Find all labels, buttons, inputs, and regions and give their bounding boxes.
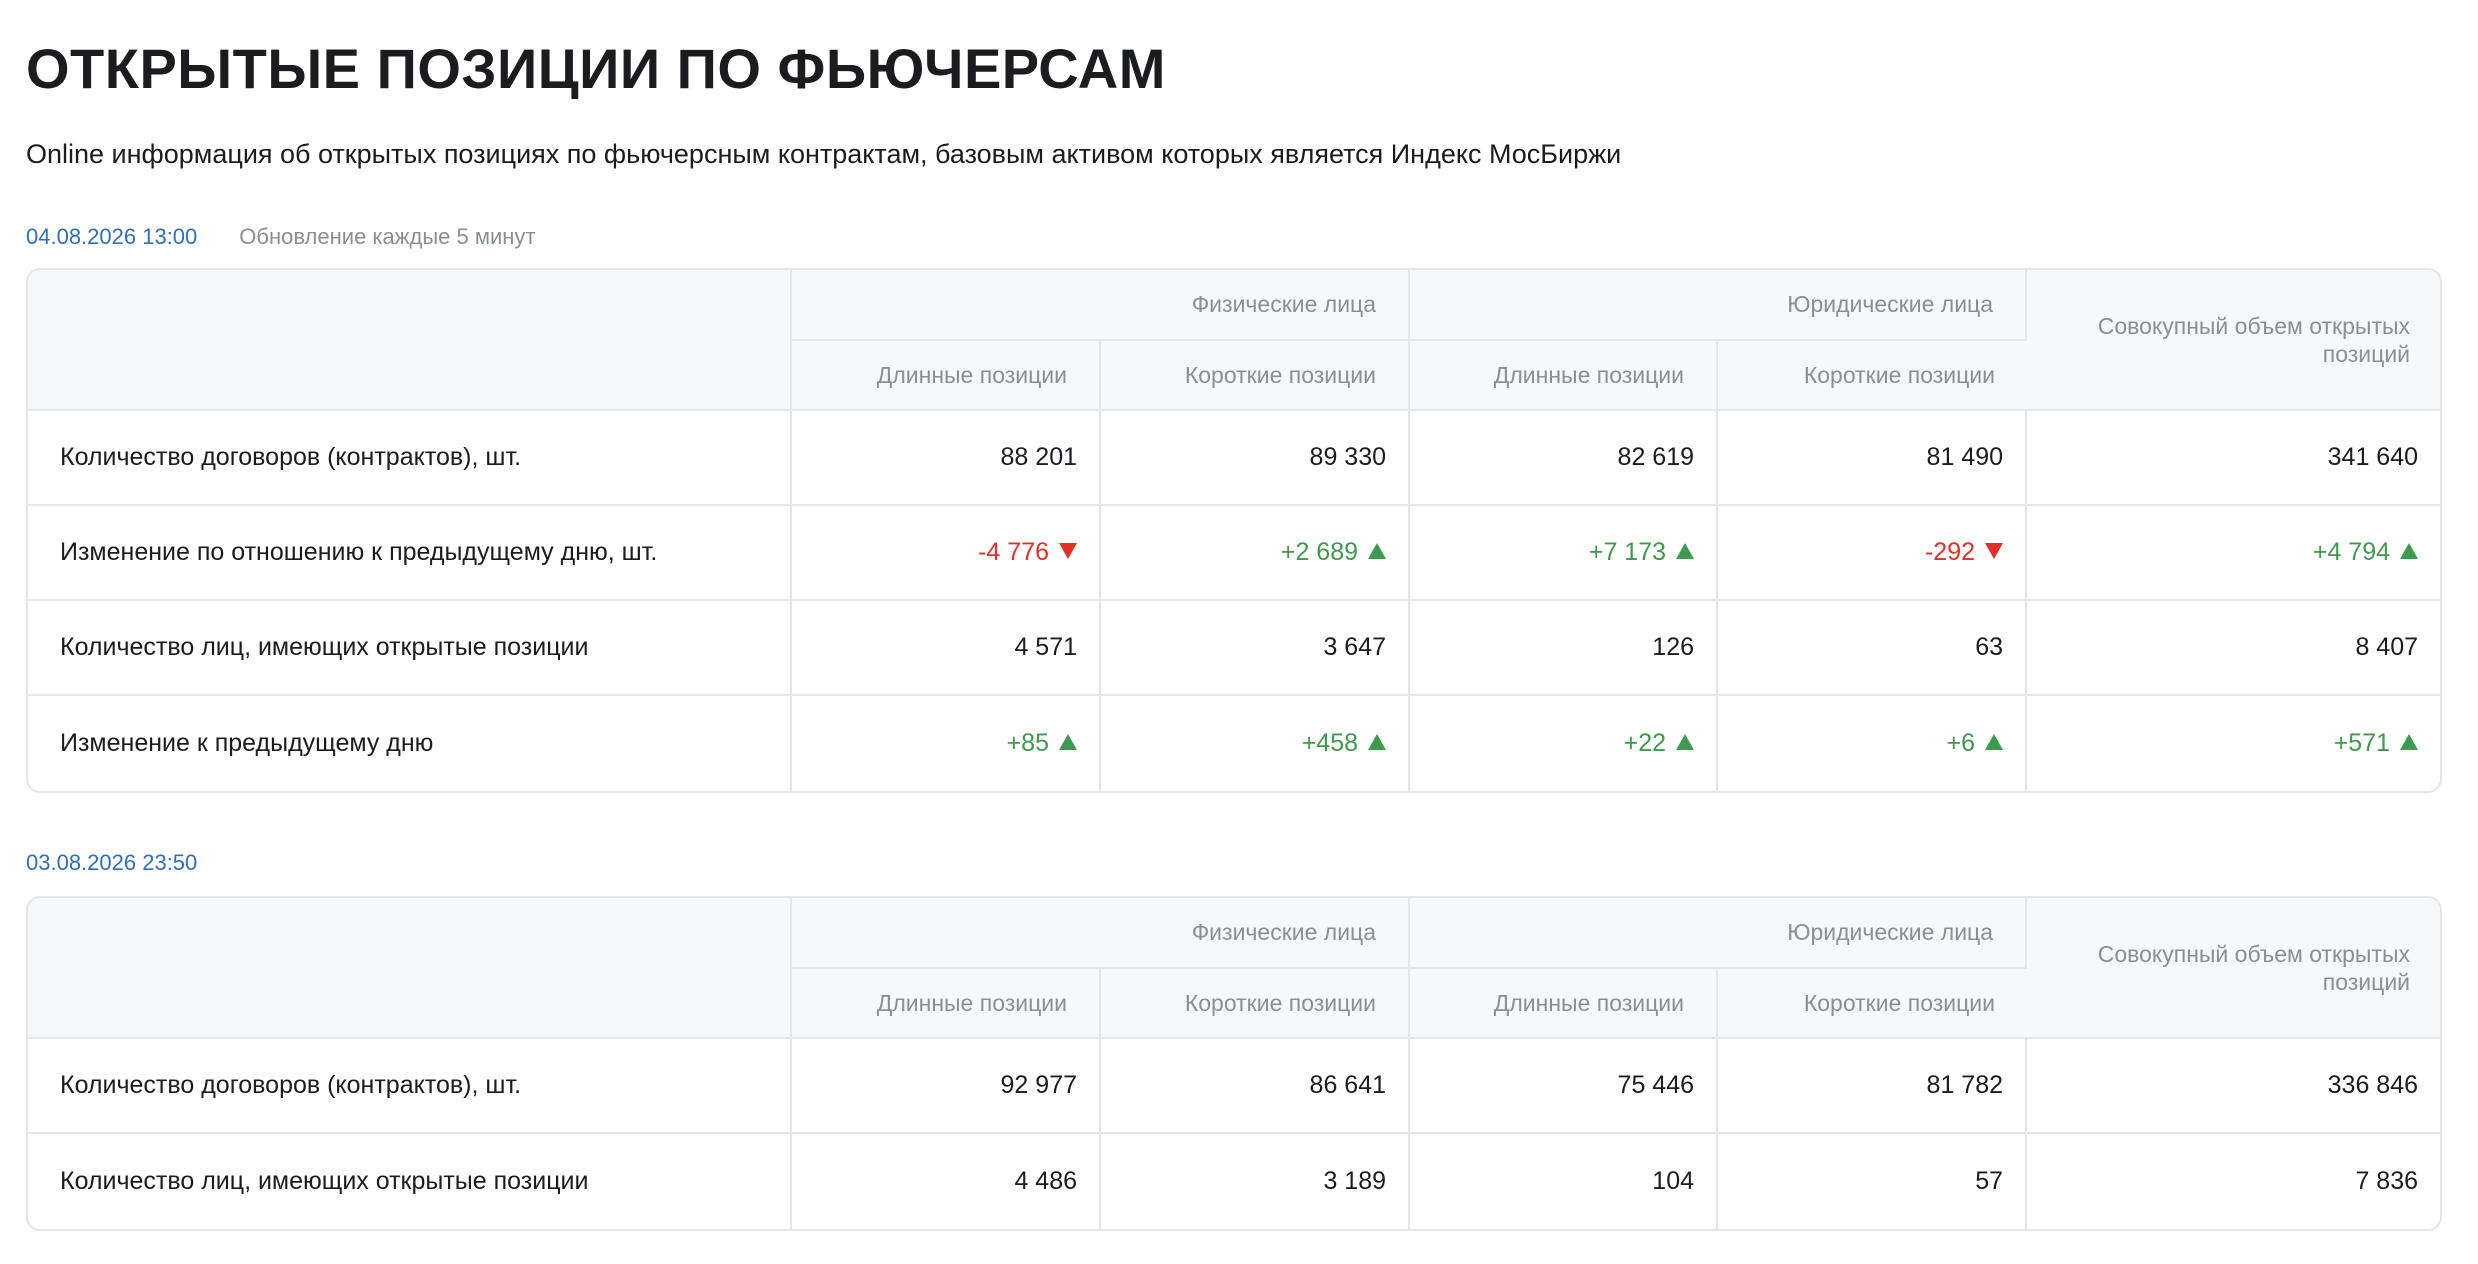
header-legal-long: Длинные позиции xyxy=(1410,969,1719,1039)
cell-value: 3 189 xyxy=(1101,1134,1411,1229)
change-cell: +458 xyxy=(1101,696,1411,791)
triangle-up-icon xyxy=(1368,543,1387,560)
block1-meta: 04.08.2026 13:00 Обновление каждые 5 мин… xyxy=(26,224,535,250)
change-cell: +6 xyxy=(1718,696,2028,791)
table-row: Изменение к предыдущему дню +85 +458 +22… xyxy=(28,696,2440,791)
triangle-up-icon xyxy=(1985,734,2004,751)
cell-value: 63 xyxy=(1718,601,2028,696)
header-legal-short: Короткие позиции xyxy=(1718,341,2028,411)
cell-value: 4 486 xyxy=(792,1134,1101,1229)
triangle-up-icon xyxy=(1676,734,1695,751)
table-row: Количество лиц, имеющих открытые позиции… xyxy=(28,601,2441,696)
table-row: Количество договоров (контрактов), шт. 8… xyxy=(28,411,2441,506)
header-legal-short: Короткие позиции xyxy=(1718,969,2028,1039)
header-empty-cell xyxy=(28,270,792,411)
cell-value: 81 782 xyxy=(1718,1039,2028,1134)
header-legal-long: Длинные позиции xyxy=(1410,341,1719,411)
change-cell: -292 xyxy=(1718,506,2028,601)
change-value: +6 xyxy=(1946,729,1976,757)
triangle-up-icon xyxy=(1059,734,1077,751)
row-label: Изменение по отношению к предыдущему дню… xyxy=(28,506,792,601)
header-group-physical: Физические лица xyxy=(792,898,1411,969)
change-value: +4 794 xyxy=(2312,538,2391,566)
triangle-down-icon xyxy=(1059,543,1077,560)
header-physical-long: Длинные позиции xyxy=(792,341,1101,411)
change-cell: +571 xyxy=(2027,696,2440,791)
header-total: Совокупный объем открытых позиций xyxy=(2027,270,2441,411)
cell-value: 126 xyxy=(1410,601,1719,696)
cell-value: 341 640 xyxy=(2027,411,2441,506)
cell-value: 104 xyxy=(1410,1134,1719,1229)
change-value: +22 xyxy=(1623,729,1667,757)
header-physical-short: Короткие позиции xyxy=(1101,969,1411,1039)
open-interest-table-current: Физические лица Юридические лица Совокуп… xyxy=(26,268,2443,793)
change-value: +7 173 xyxy=(1588,538,1667,566)
change-cell: +4 794 xyxy=(2027,506,2441,601)
change-value: -292 xyxy=(1924,538,1976,566)
cell-value: 4 571 xyxy=(792,601,1101,696)
change-cell: +22 xyxy=(1410,696,1719,791)
triangle-up-icon xyxy=(2400,543,2419,560)
cell-value: 75 446 xyxy=(1410,1039,1719,1134)
header-physical-short: Короткие позиции xyxy=(1101,341,1411,411)
page-subtitle: Online информация об открытых позициях п… xyxy=(26,139,1622,169)
row-label: Количество договоров (контрактов), шт. xyxy=(28,411,792,506)
cell-value: 336 846 xyxy=(2027,1039,2441,1134)
change-value: +85 xyxy=(1006,729,1049,757)
header-total: Совокупный объем открытых позиций xyxy=(2027,898,2441,1039)
cell-value: 89 330 xyxy=(1101,411,1411,506)
cell-value: 57 xyxy=(1718,1134,2028,1229)
row-label: Количество лиц, имеющих открытые позиции xyxy=(28,601,792,696)
page-title: ОТКРЫТЫЕ ПОЗИЦИИ ПО ФЬЮЧЕРСАМ xyxy=(26,37,1166,100)
update-note: Обновление каждые 5 минут xyxy=(239,224,536,249)
change-cell: +2 689 xyxy=(1101,506,1411,601)
table-row: Количество договоров (контрактов), шт. 9… xyxy=(28,1039,2441,1134)
header-group-legal: Юридические лица xyxy=(1410,898,2028,969)
cell-value: 8 407 xyxy=(2027,601,2441,696)
block1-timestamp: 04.08.2026 13:00 xyxy=(26,224,198,249)
triangle-down-icon xyxy=(1985,543,2004,560)
triangle-up-icon xyxy=(1368,734,1387,751)
block2-timestamp: 03.08.2026 23:50 xyxy=(26,850,198,875)
table-row: Изменение по отношению к предыдущему дню… xyxy=(28,506,2441,601)
cell-value: 92 977 xyxy=(792,1039,1101,1134)
header-physical-long: Длинные позиции xyxy=(792,969,1101,1039)
row-label: Количество договоров (контрактов), шт. xyxy=(28,1039,792,1134)
cell-value: 82 619 xyxy=(1410,411,1719,506)
change-value: +2 689 xyxy=(1280,538,1359,566)
change-value: +571 xyxy=(2333,729,2391,757)
header-group-legal: Юридические лица xyxy=(1410,270,2028,341)
row-label: Изменение к предыдущему дню xyxy=(28,696,792,791)
change-value: -4 776 xyxy=(978,538,1049,566)
open-interest-table-previous: Физические лица Юридические лица Совокуп… xyxy=(26,896,2443,1231)
change-value: +458 xyxy=(1301,729,1359,757)
cell-value: 86 641 xyxy=(1101,1039,1411,1134)
table-row: Количество лиц, имеющих открытые позиции… xyxy=(28,1134,2440,1229)
change-cell: -4 776 xyxy=(792,506,1101,601)
triangle-up-icon xyxy=(1676,543,1695,560)
cell-value: 81 490 xyxy=(1718,411,2028,506)
change-cell: +7 173 xyxy=(1410,506,1719,601)
header-empty-cell xyxy=(28,898,792,1039)
cell-value: 7 836 xyxy=(2355,1167,2419,1195)
row-label: Количество лиц, имеющих открытые позиции xyxy=(28,1134,792,1229)
change-cell: +85 xyxy=(792,696,1101,791)
cell-value: 3 647 xyxy=(1101,601,1411,696)
cell-value: 88 201 xyxy=(792,411,1101,506)
block2-meta: 03.08.2026 23:50 xyxy=(26,850,197,876)
header-group-physical: Физические лица xyxy=(792,270,1411,341)
triangle-up-icon xyxy=(2400,734,2419,751)
